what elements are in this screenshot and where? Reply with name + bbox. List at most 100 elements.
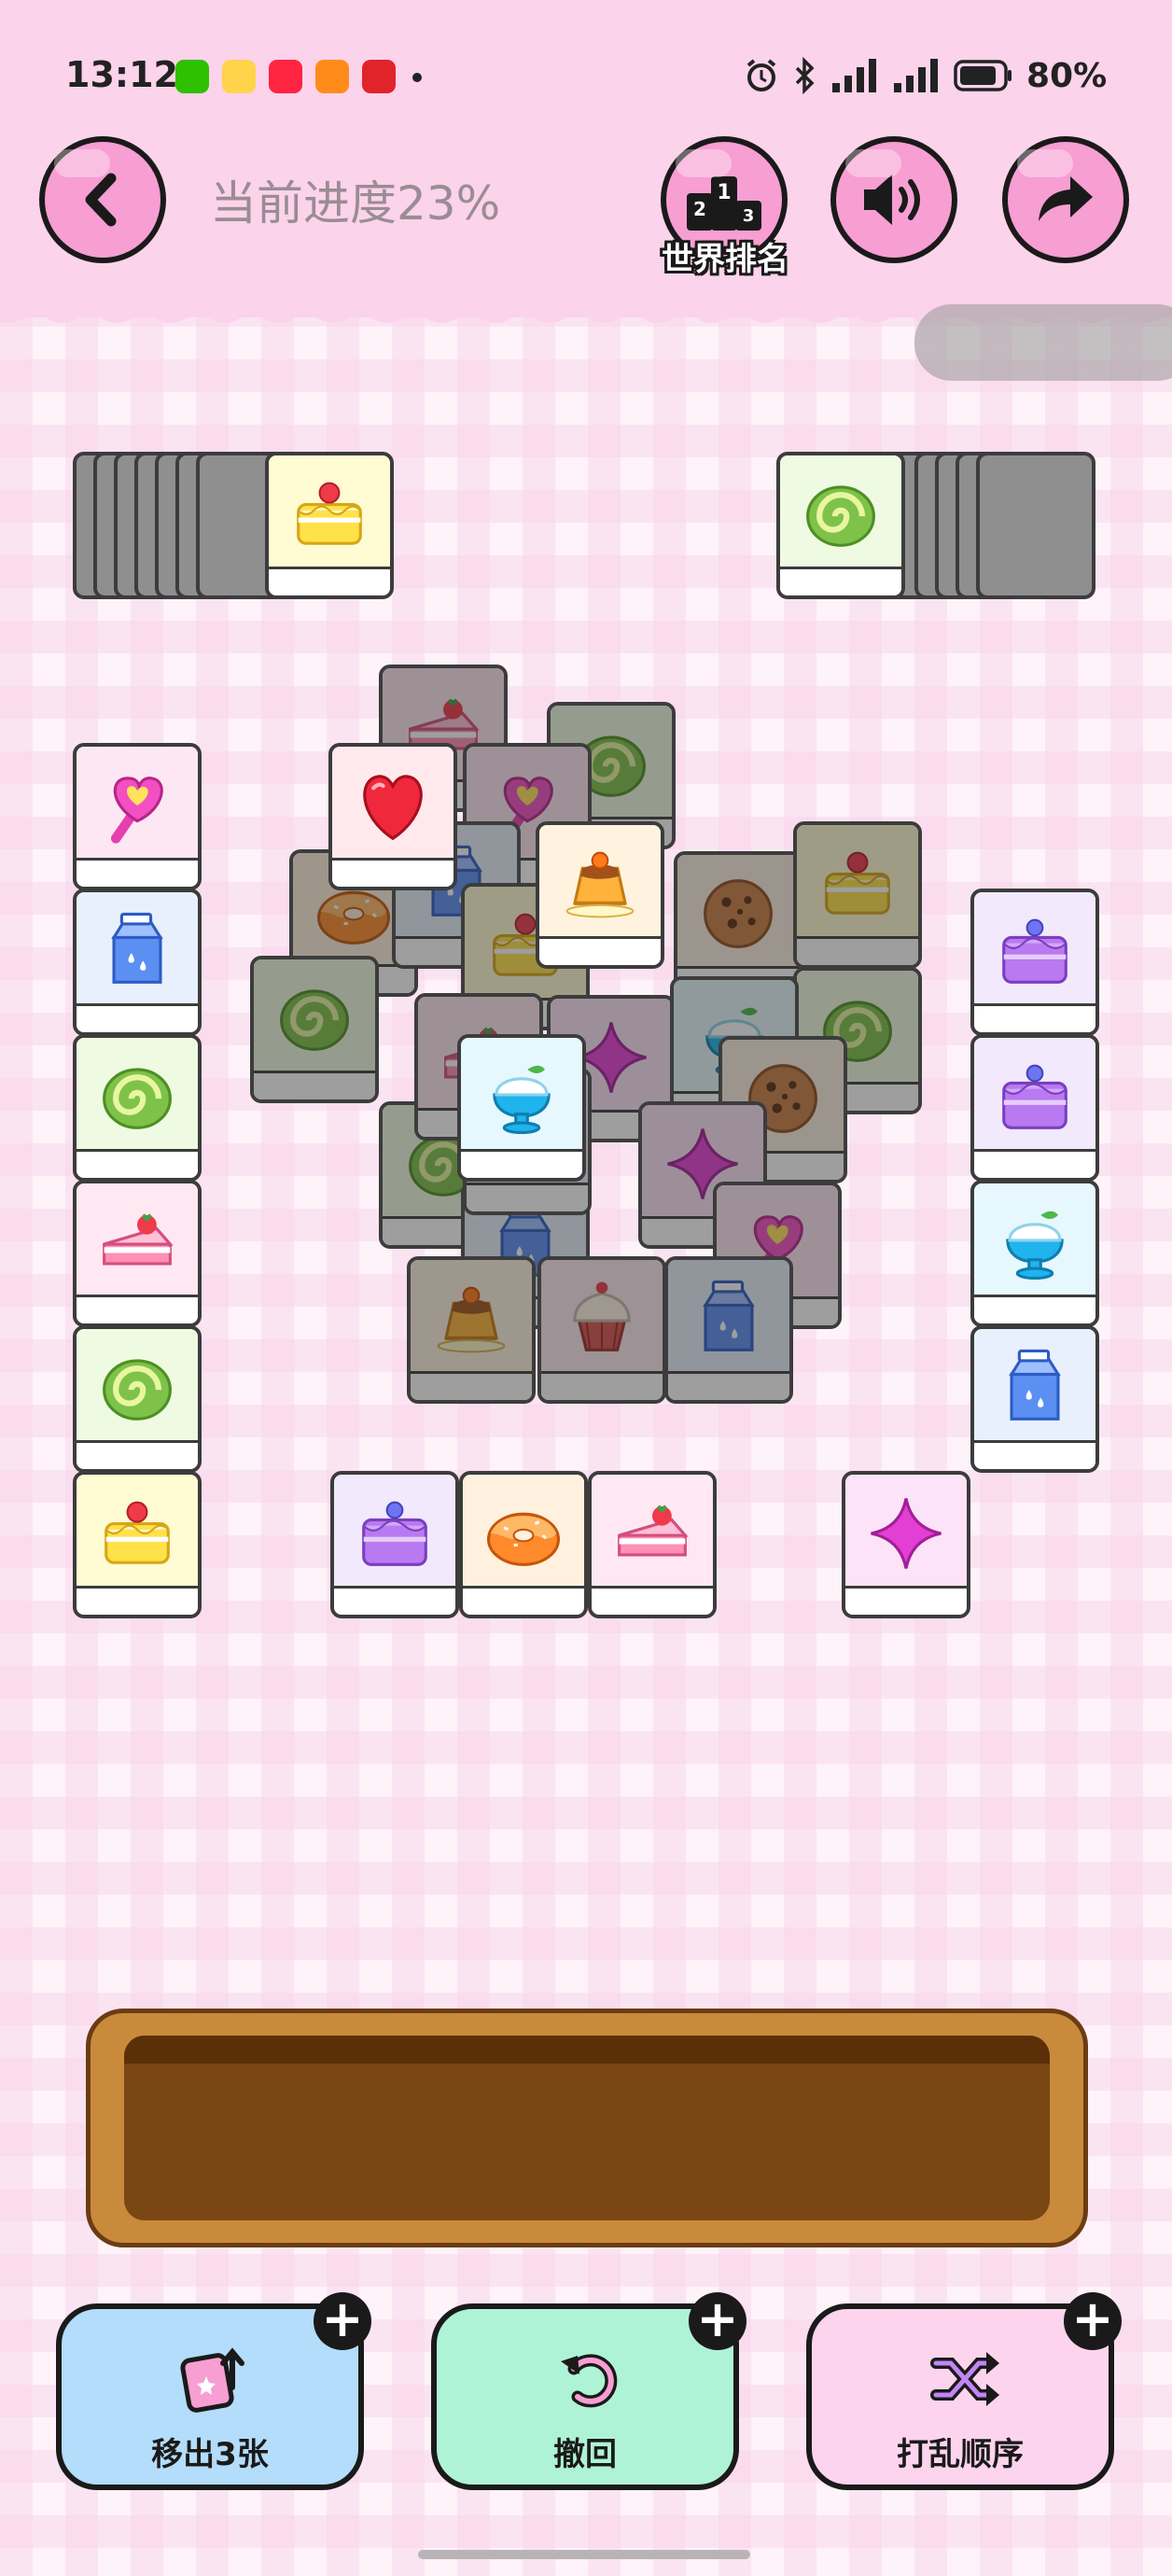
milk-icon	[974, 1329, 1095, 1447]
left-column-tile[interactable]	[73, 1034, 202, 1182]
cookie-icon	[677, 855, 799, 973]
shuffle-icon	[930, 2352, 999, 2406]
left-column-tile[interactable]	[73, 889, 202, 1036]
status-app-icons	[175, 60, 396, 93]
remove-three-button[interactable]: 移出3张 +	[56, 2292, 371, 2490]
purple-cake-icon	[334, 1475, 455, 1592]
left-column-tile[interactable]	[73, 1180, 202, 1327]
add-shuffle-plus-icon[interactable]: +	[1064, 2292, 1122, 2350]
tile-edge	[541, 1371, 663, 1400]
milk-icon	[77, 892, 198, 1010]
right-column-tile[interactable]	[970, 1034, 1099, 1182]
bottom-row-tile[interactable]	[330, 1471, 459, 1618]
tile-edge	[77, 1003, 198, 1032]
layer-cake-icon	[77, 1475, 198, 1592]
tile-edge	[254, 1071, 375, 1099]
covered-tile	[537, 1256, 666, 1404]
tile-edge	[592, 1586, 713, 1615]
active-tile[interactable]	[536, 821, 664, 969]
hint-pill	[914, 304, 1172, 381]
svg-text:2: 2	[693, 198, 706, 220]
roll-cake-icon	[77, 1038, 198, 1155]
xiaohongshu-icon	[269, 60, 302, 93]
undo-button[interactable]: 撤回 +	[431, 2292, 746, 2490]
milk-icon	[668, 1260, 789, 1378]
tile-edge	[668, 1371, 789, 1400]
signal-icon	[832, 59, 876, 92]
ice-cream-icon	[461, 1038, 582, 1155]
tile-edge	[974, 1295, 1095, 1323]
active-tile[interactable]	[457, 1034, 586, 1182]
heart-icon	[332, 747, 453, 864]
left-stack-top-tile[interactable]	[265, 452, 394, 599]
chevron-left-icon	[85, 173, 117, 227]
signal-icon-2	[894, 59, 938, 92]
wechat-icon	[175, 60, 209, 93]
slot-tray-well	[124, 2036, 1050, 2220]
ice-cream-icon	[974, 1183, 1095, 1301]
tile-edge	[845, 1586, 967, 1615]
tile-edge	[411, 1371, 532, 1400]
tile-edge	[77, 1295, 198, 1323]
left-column-tile[interactable]	[73, 1325, 202, 1473]
pudding-icon	[539, 825, 661, 943]
tile-edge	[974, 1003, 1095, 1032]
donut-icon	[463, 1475, 584, 1592]
right-stack-card	[976, 452, 1095, 599]
purple-cake-icon	[974, 1038, 1095, 1155]
svg-text:3: 3	[743, 206, 755, 226]
roll-cake-icon	[780, 455, 901, 573]
move-out-cards-icon	[180, 2347, 244, 2413]
right-column-tile[interactable]	[970, 1325, 1099, 1473]
right-column-tile[interactable]	[970, 889, 1099, 1036]
shuffle-label: 打乱顺序	[897, 2436, 1024, 2473]
pudding-icon	[411, 1260, 532, 1378]
battery-icon	[954, 60, 1012, 91]
covered-tile	[793, 821, 922, 969]
tile-edge	[461, 1149, 582, 1178]
shuffle-button[interactable]: 打乱顺序 +	[806, 2292, 1122, 2490]
tile-edge	[463, 1586, 584, 1615]
right-column-tile[interactable]	[970, 1180, 1099, 1327]
add-remove-plus-icon[interactable]: +	[314, 2292, 371, 2350]
remove-three-label: 移出3张	[151, 2436, 269, 2473]
status-bar: 13:12 80%	[0, 0, 1172, 149]
covered-tile	[664, 1256, 793, 1404]
left-column-tile[interactable]	[73, 1471, 202, 1618]
alarm-icon	[746, 59, 776, 91]
right-stack-top-tile[interactable]	[776, 452, 905, 599]
strawberry-cake-icon	[77, 1183, 198, 1301]
add-undo-plus-icon[interactable]: +	[689, 2292, 746, 2350]
bottom-single-tile[interactable]	[842, 1471, 970, 1618]
roll-cake-icon	[77, 1329, 198, 1447]
slot-tray	[86, 2009, 1088, 2247]
heart-lollipop-icon	[77, 747, 198, 864]
strawberry-cake-icon	[592, 1475, 713, 1592]
svg-text:1: 1	[717, 181, 731, 204]
bluetooth-icon	[795, 57, 815, 94]
undo-icon	[561, 2354, 618, 2408]
tile-edge	[77, 1149, 198, 1178]
tile-edge	[974, 1149, 1095, 1178]
sound-button[interactable]	[830, 136, 957, 263]
podium-icon: 1 2 3	[687, 176, 761, 231]
cupcake-icon	[541, 1260, 663, 1378]
back-button[interactable]	[39, 136, 166, 263]
covered-tile	[407, 1256, 536, 1404]
home-indicator	[418, 2550, 750, 2559]
bottom-row-tile[interactable]	[459, 1471, 588, 1618]
share-button[interactable]	[1002, 136, 1129, 263]
active-tile[interactable]	[328, 743, 457, 890]
bottom-row-tile[interactable]	[588, 1471, 717, 1618]
world-ranking-label: 世界排名	[662, 241, 788, 278]
speaker-icon	[864, 175, 920, 225]
layer-cake-icon	[269, 455, 390, 573]
news-app-icon	[362, 60, 396, 93]
status-system-icons: 80%	[743, 52, 1107, 99]
tile-edge	[334, 1586, 455, 1615]
covered-tile	[250, 956, 379, 1103]
left-column-tile[interactable]	[73, 743, 202, 890]
tile-edge	[77, 858, 198, 887]
weibo-icon	[222, 60, 256, 93]
roll-cake-icon	[254, 959, 375, 1077]
